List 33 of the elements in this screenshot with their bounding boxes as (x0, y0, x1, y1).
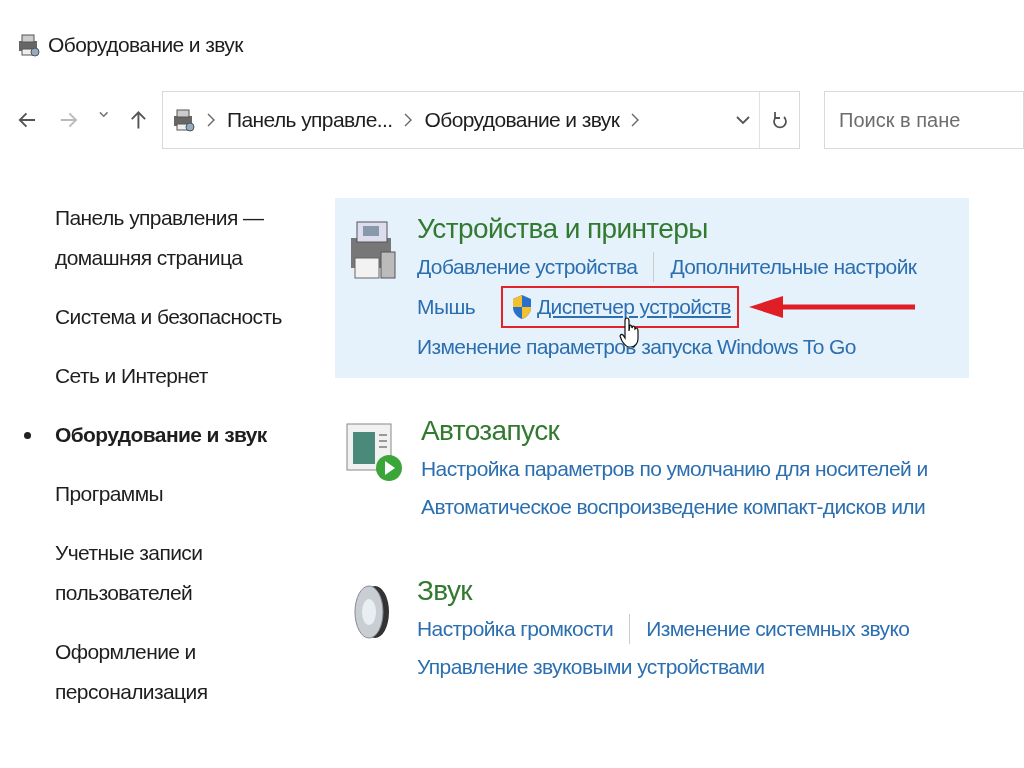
sidebar-link[interactable]: Оформление и персонализация (55, 632, 320, 712)
chevron-right-icon (404, 113, 413, 127)
link[interactable]: Диспетчер устройств (537, 288, 731, 326)
section-title[interactable]: Автозапуск (421, 412, 928, 450)
sidebar-link[interactable]: Программы (55, 474, 320, 514)
link[interactable]: Добавление устройства (417, 248, 638, 286)
link[interactable]: Автоматическое воспроизведение компакт-дисков или (421, 488, 926, 526)
chevron-right-icon (206, 113, 215, 127)
link[interactable]: Изменение параметров запуска Windows To Go (417, 328, 856, 366)
sidebar-link[interactable]: Панель управления — домашняя страница (55, 198, 320, 278)
media-window-icon (345, 420, 405, 484)
sidebar-link[interactable]: Система и безопасность (55, 297, 320, 337)
breadcrumb-item[interactable]: Оборудование и звук (424, 104, 620, 136)
control-panel-icon (16, 33, 40, 57)
link[interactable]: Дополнительные настройк (670, 248, 917, 286)
refresh-icon (771, 109, 788, 131)
section-title[interactable]: Звук (417, 572, 910, 610)
link[interactable]: Изменение системных звуко (646, 610, 910, 648)
link[interactable]: Настройка параметров по умолчанию для носителей и (421, 450, 928, 488)
link[interactable]: Управление звуковыми устройствами (417, 648, 765, 686)
dropdown-chevron-icon[interactable] (735, 114, 751, 126)
section-title[interactable]: Устройства и принтеры (417, 210, 917, 248)
search-field[interactable]: Поиск в пане (824, 91, 1024, 149)
breadcrumb-item[interactable]: Панель управле... (226, 104, 393, 136)
sidebar-link[interactable]: Сеть и Интернет (55, 356, 320, 396)
sidebar-link[interactable]: Учетные записи пользователей (55, 533, 320, 613)
address-bar[interactable]: Панель управле... Оборудование и звук (161, 91, 800, 149)
link[interactable]: Мышь (417, 288, 475, 326)
chevron-right-icon (631, 113, 640, 127)
sidebar-link[interactable]: Оборудование и звук (55, 415, 320, 455)
window-title: Оборудование и звук (48, 32, 243, 59)
link[interactable]: Настройка громкости (417, 610, 614, 648)
bullet-icon (24, 432, 31, 439)
